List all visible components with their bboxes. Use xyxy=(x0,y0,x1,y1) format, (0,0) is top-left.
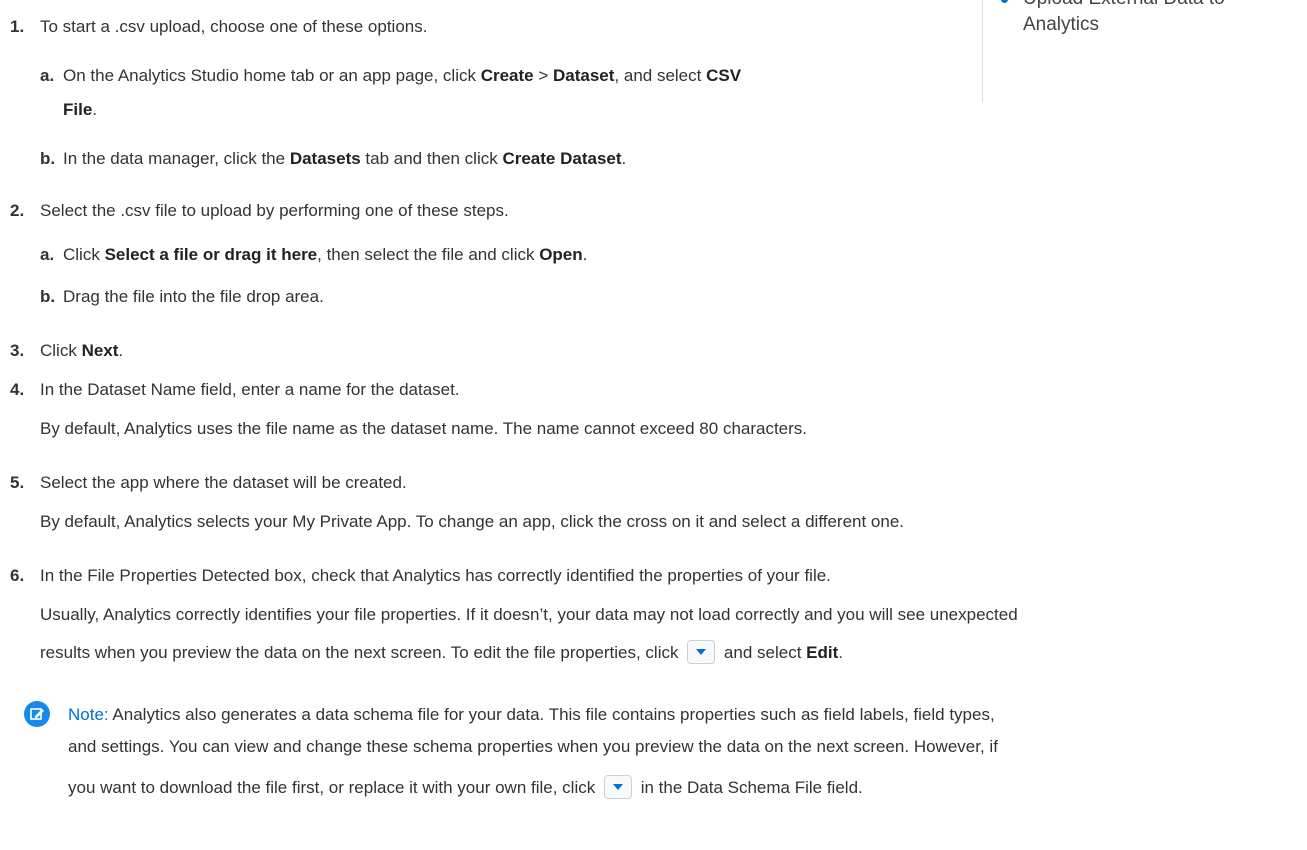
select-file-label: Select a file or drag it here xyxy=(104,245,318,264)
edit-note-icon xyxy=(24,701,50,727)
edit-label: Edit xyxy=(806,643,839,662)
step-2a-text: Click Select a file or drag it here, the… xyxy=(63,245,588,264)
step-1a-text-cont: File. xyxy=(63,100,98,119)
note-line2: and settings. You can view and change th… xyxy=(68,737,998,756)
sidebar-link-upload-external-data[interactable]: Upload External Data to Analytics xyxy=(1001,0,1307,38)
schema-file-dropdown-button[interactable] xyxy=(603,774,632,799)
step-6-text: In the File Properties Detected box, che… xyxy=(40,566,831,585)
file-properties-dropdown-button[interactable] xyxy=(687,639,716,664)
step-2b-number: b. xyxy=(40,287,56,306)
dataset-label: Dataset xyxy=(553,66,615,85)
open-label: Open xyxy=(539,245,583,264)
step-1b-text: In the data manager, click the Datasets … xyxy=(63,149,627,168)
step-3-number: 3. xyxy=(10,341,25,360)
step-1b-number: b. xyxy=(40,149,56,168)
step-1-text: To start a .csv upload, choose one of th… xyxy=(40,17,428,36)
bullet-icon xyxy=(1001,0,1008,3)
sidebar-link-line2: Analytics xyxy=(1023,14,1100,35)
sidebar-link-line1: Upload External Data to xyxy=(1023,0,1307,12)
next-label: Next xyxy=(81,341,119,360)
step-2b-text: Drag the file into the file drop area. xyxy=(63,287,324,306)
step-2-text: Select the .csv file to upload by perfor… xyxy=(40,201,509,220)
note-line1: Note: Analytics also generates a data sc… xyxy=(68,705,995,724)
step-4-number: 4. xyxy=(10,380,25,399)
step-1a-text: On the Analytics Studio home tab or an a… xyxy=(63,66,742,85)
step-5-number: 5. xyxy=(10,473,25,492)
related-topics-sidebar: Upload External Data to Analytics xyxy=(982,0,1307,102)
step-5-text: Select the app where the dataset will be… xyxy=(40,473,407,492)
step-6-number: 6. xyxy=(10,566,25,585)
note-label: Note: xyxy=(68,705,109,724)
step-4-detail: By default, Analytics uses the file name… xyxy=(40,419,808,438)
dropdown-arrow-icon xyxy=(612,783,623,790)
step-5-detail: By default, Analytics selects your My Pr… xyxy=(40,512,905,531)
create-dataset-label: Create Dataset xyxy=(502,149,622,168)
step-1a-number: a. xyxy=(40,66,55,85)
step-2-number: 2. xyxy=(10,201,25,220)
datasets-tab-label: Datasets xyxy=(289,149,361,168)
note-line3: you want to download the file first, or … xyxy=(68,774,863,801)
step-1-number: 1. xyxy=(10,17,25,36)
file-label: File xyxy=(63,100,93,119)
csv-label: CSV xyxy=(706,66,742,85)
step-2a-number: a. xyxy=(40,245,55,264)
create-label: Create xyxy=(480,66,534,85)
step-3-text: Click Next. xyxy=(40,341,124,360)
dropdown-arrow-icon xyxy=(696,648,707,655)
step-6-detail-line2: results when you preview the data on the… xyxy=(40,639,843,666)
step-6-detail-line1: Usually, Analytics correctly identifies … xyxy=(40,605,1018,624)
step-4-text: In the Dataset Name field, enter a name … xyxy=(40,380,460,399)
